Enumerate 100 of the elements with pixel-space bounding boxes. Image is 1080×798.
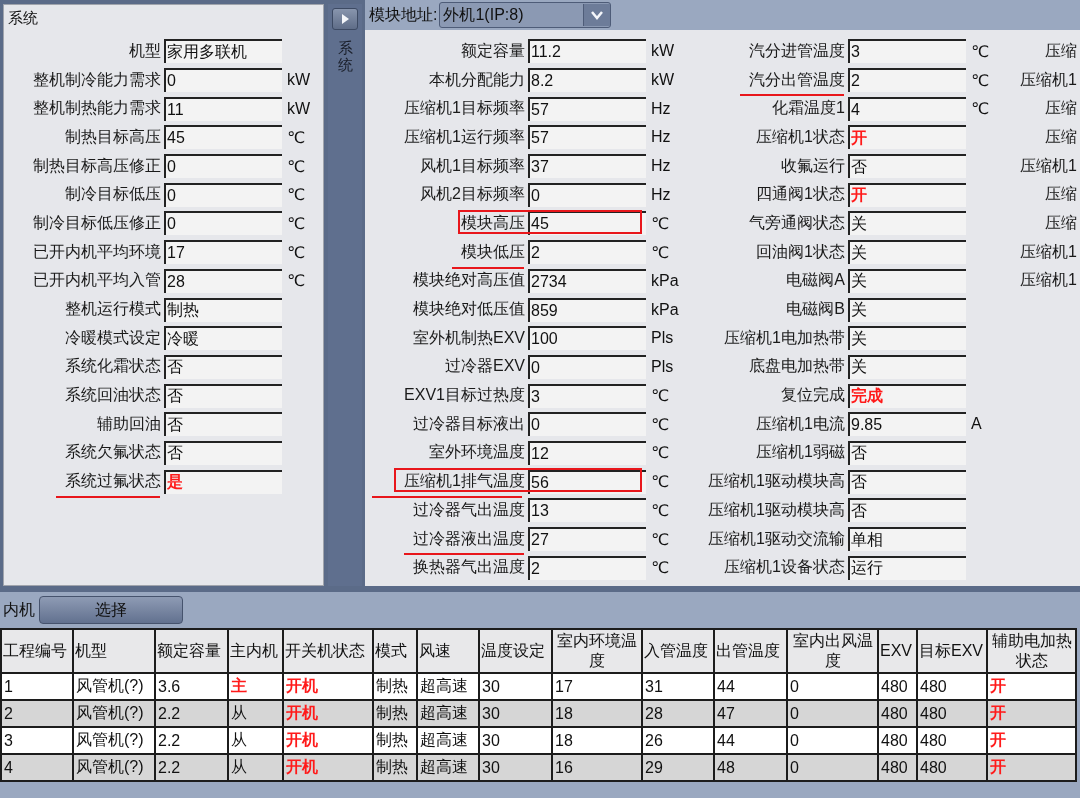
field-label: 压缩机1 (1020, 270, 1078, 291)
value-field: 完成 (848, 383, 966, 408)
table-cell: 18 (552, 727, 642, 754)
side-tab-label[interactable]: 系统 (337, 40, 353, 73)
panel-title: 系统 (7, 9, 38, 28)
field-label: 过冷器EXV (445, 356, 526, 377)
table-cell: 2 (1, 700, 73, 727)
value-field: 开 (848, 125, 966, 150)
column-header: 开关机状态 (283, 629, 373, 673)
value-field: 0 (164, 211, 282, 236)
unit-label: ℃ (650, 213, 669, 233)
field-label: 冷暖模式设定 (65, 327, 162, 348)
value-field: 2 (848, 68, 966, 93)
table-cell: 47 (714, 700, 787, 727)
column-header: 入管温度 (642, 629, 714, 673)
field-label: 过冷器目标液出 (413, 413, 526, 434)
field-label: 模块低压 (461, 241, 526, 262)
value-field: 57 (528, 125, 646, 150)
table-cell: 26 (642, 727, 714, 754)
field-label: 室外机制热EXV (413, 327, 526, 348)
field-label: 回油阀1状态 (756, 241, 846, 262)
address-label: 模块地址: (369, 4, 438, 25)
table-cell: 480 (917, 700, 987, 727)
value-field: 9.85 (848, 412, 966, 437)
field-label: 整机制冷能力需求 (33, 69, 162, 90)
column-header: 室内出风温度 (787, 629, 878, 673)
value-field: 关 (848, 268, 966, 293)
table-cell: 风管机(?) (73, 700, 155, 727)
expand-button[interactable] (332, 8, 359, 30)
table-cell: 开 (987, 727, 1076, 754)
value-field: 家用多联机 (164, 39, 282, 64)
field-label: 压缩 (1045, 40, 1078, 61)
table-cell: 开 (987, 754, 1076, 781)
value-field: 8.2 (528, 68, 646, 93)
field-label: 复位完成 (781, 385, 846, 406)
select-button[interactable]: 选择 (39, 596, 183, 624)
field-label: 汽分进管温度 (749, 40, 846, 61)
column-header: 温度设定 (479, 629, 552, 673)
unit-label: ℃ (286, 156, 305, 176)
field-label: 压缩机1驱动模块高 (708, 471, 846, 492)
unit-label: A (970, 415, 982, 434)
field-label: 风机2目标频率 (420, 184, 526, 205)
value-field: 12 (528, 440, 646, 465)
column-header: 室内环境温度 (552, 629, 642, 673)
unit-label: ℃ (650, 558, 669, 578)
value-field: 17 (164, 240, 282, 265)
value-field: 0 (528, 412, 646, 437)
field-label: 电磁阀A (786, 270, 846, 291)
table-cell: 2.2 (155, 700, 228, 727)
chevron-down-icon (590, 10, 605, 20)
value-field: 2 (528, 240, 646, 265)
unit-label: ℃ (650, 472, 669, 492)
table-cell: 16 (552, 754, 642, 781)
field-label: 本机分配能力 (429, 69, 526, 90)
unit-label: ℃ (286, 213, 305, 233)
value-field: 859 (528, 297, 646, 322)
field-label: 过冷器气出温度 (413, 499, 526, 520)
field-label: 已开内机平均环境 (33, 241, 162, 262)
unit-label: kW (650, 71, 675, 90)
unit-label: kW (286, 71, 311, 90)
unit-label: Pls (650, 357, 674, 376)
value-field: 11 (164, 96, 282, 121)
column-header: 风速 (417, 629, 479, 673)
value-field: 2734 (528, 268, 646, 293)
table-cell: 480 (917, 754, 987, 781)
table-cell: 30 (479, 754, 552, 781)
field-label: 辅助回油 (97, 413, 162, 434)
value-field: 0 (528, 354, 646, 379)
table-cell: 18 (552, 700, 642, 727)
table-cell: 30 (479, 673, 552, 700)
value-field: 0 (164, 68, 282, 93)
column-header: 模式 (373, 629, 417, 673)
table-cell: 17 (552, 673, 642, 700)
value-field: 关 (848, 297, 966, 322)
table-cell: 开 (987, 673, 1076, 700)
value-field: 单相 (848, 527, 966, 552)
unit-label: kPa (650, 300, 679, 319)
column-header: 辅助电加热状态 (987, 629, 1076, 673)
address-dropdown[interactable]: 外机1(IP:8) (439, 2, 612, 28)
field-label: 额定容量 (461, 40, 526, 61)
table-cell: 480 (917, 673, 987, 700)
value-field: 否 (848, 469, 966, 494)
table-cell: 44 (714, 727, 787, 754)
field-label: 模块高压 (461, 212, 526, 233)
table-cell: 0 (787, 727, 878, 754)
field-label: 制冷目标低压修正 (33, 212, 162, 233)
unit-label: ℃ (970, 41, 989, 61)
value-field: 0 (164, 182, 282, 207)
column-header: 出管温度 (714, 629, 787, 673)
field-label: 底盘电加热带 (749, 356, 846, 377)
value-field: 否 (164, 383, 282, 408)
field-label: 整机制热能力需求 (33, 98, 162, 119)
value-field: 100 (528, 326, 646, 351)
field-label: 压缩机1电流 (756, 413, 846, 434)
unit-label: Hz (650, 128, 671, 147)
field-label: 压缩 (1045, 212, 1078, 233)
unit-label: Hz (650, 99, 671, 118)
table-cell: 480 (917, 727, 987, 754)
field-label: 化霜温度1 (772, 98, 846, 119)
unit-label: ℃ (650, 500, 669, 520)
